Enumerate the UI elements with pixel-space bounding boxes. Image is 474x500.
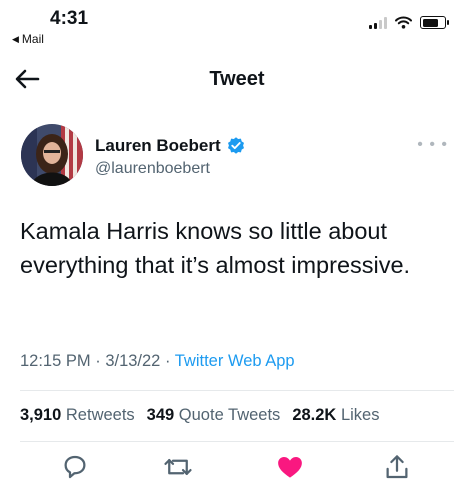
tweet-stats: 3,910 Retweets 349 Quote Tweets 28.2K Li… (20, 406, 379, 425)
quote-tweets-count: 349 (146, 406, 175, 424)
author-handle[interactable]: @laurenboebert (95, 160, 210, 178)
battery-icon (420, 16, 449, 29)
retweet-icon[interactable] (163, 452, 193, 482)
reply-icon[interactable] (60, 452, 90, 482)
tweet-date[interactable]: 3/13/22 (105, 352, 160, 370)
cellular-signal-icon (369, 16, 387, 29)
status-time: 4:31 (50, 8, 89, 29)
wifi-icon (395, 16, 412, 29)
tweet-time: 12:15 PM (20, 352, 91, 370)
status-icons (369, 16, 449, 29)
divider (20, 390, 454, 391)
back-triangle-icon: ◀ (12, 33, 19, 44)
likes-label: Likes (340, 406, 380, 424)
likes-stat[interactable]: 28.2K Likes (292, 406, 379, 425)
tweet-action-bar (0, 452, 474, 484)
more-icon[interactable]: • • • (417, 136, 448, 154)
tweet-meta: 12:15 PM · 3/13/22 · Twitter Web App (20, 352, 295, 371)
back-to-app-link[interactable]: ◀ Mail (12, 32, 44, 46)
quote-tweets-stat[interactable]: 349 Quote Tweets (147, 406, 281, 425)
verified-badge-icon (227, 137, 244, 154)
author-name-row: Lauren Boebert (95, 136, 246, 156)
avatar[interactable] (21, 124, 83, 186)
retweets-stat[interactable]: 3,910 Retweets (20, 406, 135, 425)
retweets-label: Retweets (65, 406, 135, 424)
quote-tweets-label: Quote Tweets (178, 406, 281, 424)
retweets-count: 3,910 (20, 406, 62, 424)
meta-separator: · (164, 352, 171, 370)
back-app-label: Mail (21, 32, 44, 46)
divider (20, 441, 454, 442)
meta-separator: · (95, 352, 101, 370)
likes-count: 28.2K (292, 406, 337, 424)
page-title: Tweet (209, 68, 265, 90)
share-icon[interactable] (382, 452, 412, 482)
author-name[interactable]: Lauren Boebert (95, 136, 221, 156)
tweet-text: Kamala Harris knows so little about ever… (20, 218, 411, 278)
heart-icon[interactable] (275, 452, 305, 482)
tweet-source-link[interactable]: Twitter Web App (175, 352, 295, 370)
